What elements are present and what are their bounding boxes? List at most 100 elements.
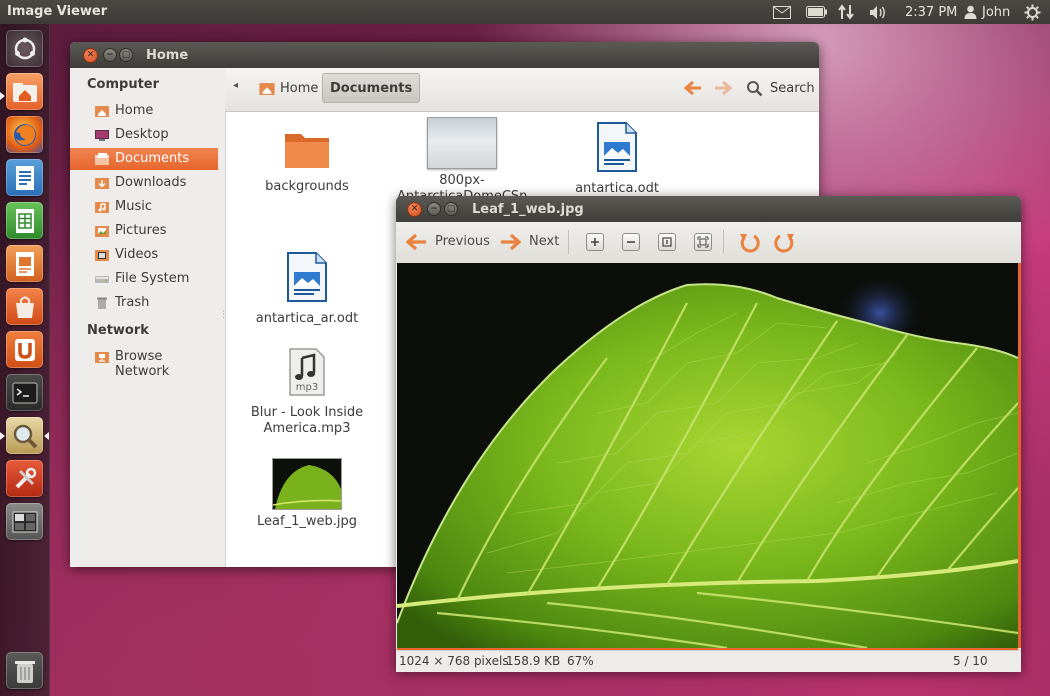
maximize-icon[interactable]: ▢ <box>119 48 133 62</box>
window-title: Leaf_1_web.jpg <box>472 202 584 217</box>
previous-button[interactable]: Previous <box>435 234 490 249</box>
rotate-left-icon[interactable] <box>738 231 760 253</box>
sidebar-resize-handle[interactable]: ⋮ <box>219 310 228 320</box>
battery-icon[interactable] <box>806 3 827 21</box>
sidebar-heading-computer: Computer <box>87 77 160 92</box>
rotate-right-icon[interactable] <box>774 231 796 253</box>
sidebar-item-label: Browse Network <box>115 349 170 379</box>
home-folder-launcher[interactable] <box>6 73 43 110</box>
zoom-in-button[interactable] <box>586 233 604 251</box>
power-gear-icon[interactable] <box>1024 3 1041 21</box>
calc-spreadsheet-icon <box>15 208 34 233</box>
sidebar-item-trash[interactable]: Trash <box>70 292 218 314</box>
magnifier-icon <box>13 424 37 448</box>
previous-arrow-icon[interactable] <box>404 232 428 252</box>
music-folder-icon <box>95 202 109 213</box>
mail-icon[interactable] <box>773 3 791 21</box>
file-item-label: antartica.odt <box>575 181 659 196</box>
image-file-size: 158.9 KB <box>506 654 561 668</box>
firefox-icon <box>13 123 36 146</box>
shopping-bag-icon <box>15 296 34 318</box>
window-title: Home <box>146 48 189 63</box>
minimize-icon[interactable]: − <box>103 48 117 62</box>
search-icon[interactable] <box>746 80 763 97</box>
user-icon[interactable] <box>964 3 977 21</box>
sidebar-item-label: Documents <box>115 151 190 166</box>
breadcrumb-documents[interactable]: Documents <box>322 73 421 103</box>
zoom-in-icon <box>591 238 599 246</box>
sidebar-item-music[interactable]: Music <box>70 196 218 218</box>
normal-size-button[interactable] <box>658 233 676 251</box>
system-settings-launcher[interactable] <box>6 460 43 497</box>
mp3-badge-text: mp3 <box>296 382 318 393</box>
file-item-blur-look-inside-america-mp3[interactable]: mp3 Blur - Look Inside America.mp3 <box>242 348 372 437</box>
file-item-backgrounds[interactable]: backgrounds <box>242 128 372 195</box>
maximize-icon[interactable]: ▢ <box>444 202 458 216</box>
software-center-launcher[interactable] <box>6 288 43 325</box>
forward-arrow-icon[interactable] <box>713 80 733 96</box>
ubuntu-one-launcher[interactable] <box>6 331 43 368</box>
sidebar-item-label: Pictures <box>115 223 167 238</box>
firefox-launcher[interactable] <box>6 116 43 153</box>
image-viewer-titlebar[interactable]: ✕ − ▢ Leaf_1_web.jpg <box>396 196 1021 222</box>
downloads-folder-icon <box>95 178 109 189</box>
leaf-image-thumbnail <box>272 458 342 510</box>
sidebar-heading-network: Network <box>87 323 149 338</box>
file-item-label: antartica_ar.odt <box>255 311 359 326</box>
active-app-title: Image Viewer <box>7 4 108 19</box>
breadcrumb-home[interactable]: Home <box>251 73 326 103</box>
leaf-image-canvas[interactable] <box>397 263 1018 648</box>
clock[interactable]: 2:37 PM <box>905 3 957 21</box>
file-item-leaf-1-web-jpg[interactable]: Leaf_1_web.jpg <box>242 458 372 530</box>
volume-icon[interactable] <box>869 3 888 21</box>
image-viewer-toolbar: Previous Next <box>396 222 1021 264</box>
dash-home-button[interactable] <box>6 30 43 67</box>
file-item-800px-antarcticadomecsno[interactable]: 800px- AntarcticaDomeCSno <box>397 117 527 203</box>
libreoffice-writer-launcher[interactable] <box>6 159 43 196</box>
search-label[interactable]: Search <box>770 81 815 96</box>
close-icon[interactable]: ✕ <box>407 202 422 217</box>
image-viewer-launcher[interactable] <box>6 417 43 454</box>
libreoffice-impress-launcher[interactable] <box>6 245 43 282</box>
next-arrow-icon[interactable] <box>499 232 523 252</box>
trash-launcher[interactable] <box>6 652 43 689</box>
file-manager-titlebar[interactable]: ✕ − ▢ Home <box>70 42 819 68</box>
user-name[interactable]: John <box>982 3 1010 21</box>
trash-icon <box>14 660 35 683</box>
sidebar-item-videos[interactable]: Videos <box>70 244 218 266</box>
places-sidebar: Computer Home Desktop Documents Download… <box>70 68 228 567</box>
sidebar-item-desktop[interactable]: Desktop <box>70 124 218 146</box>
minimize-icon[interactable]: − <box>427 202 441 216</box>
network-icon[interactable] <box>838 3 855 21</box>
sidebar-item-file-system[interactable]: File System <box>70 268 218 290</box>
workspace-switcher-launcher[interactable] <box>6 503 43 540</box>
writer-document-icon <box>15 165 34 190</box>
next-button[interactable]: Next <box>529 234 559 249</box>
sidebar-item-pictures[interactable]: Pictures <box>70 220 218 242</box>
videos-folder-icon <box>95 250 109 261</box>
sidebar-item-downloads[interactable]: Downloads <box>70 172 218 194</box>
image-viewer-window: ✕ − ▢ Leaf_1_web.jpg Previous Next 1024 … <box>396 196 1021 672</box>
sidebar-item-documents[interactable]: Documents <box>70 148 218 170</box>
terminal-icon <box>12 382 37 403</box>
file-item-label: backgrounds <box>265 179 349 194</box>
close-icon[interactable]: ✕ <box>83 48 98 63</box>
zoom-out-button[interactable] <box>622 233 640 251</box>
settings-tools-icon <box>15 467 36 488</box>
best-fit-button[interactable] <box>694 233 712 251</box>
ubuntu-one-icon <box>14 338 35 361</box>
home-icon <box>259 82 275 95</box>
file-manager-toolbar: ◂ Home Documents Search <box>225 68 819 112</box>
breadcrumb-scroll-left-icon[interactable]: ◂ <box>233 80 238 91</box>
breadcrumb-label: Documents <box>330 80 413 96</box>
file-item-antartica-odt[interactable]: antartica.odt <box>552 122 682 197</box>
file-item-antartica-ar-odt[interactable]: antartica_ar.odt <box>242 252 372 327</box>
sidebar-item-label: Downloads <box>115 175 187 190</box>
back-arrow-icon[interactable] <box>683 80 703 96</box>
libreoffice-calc-launcher[interactable] <box>6 202 43 239</box>
sidebar-item-label: Videos <box>115 247 159 262</box>
sidebar-item-browse-network[interactable]: Browse Network <box>70 346 218 379</box>
zoom-out-icon <box>627 241 635 243</box>
terminal-launcher[interactable] <box>6 374 43 411</box>
sidebar-item-home[interactable]: Home <box>70 100 218 122</box>
